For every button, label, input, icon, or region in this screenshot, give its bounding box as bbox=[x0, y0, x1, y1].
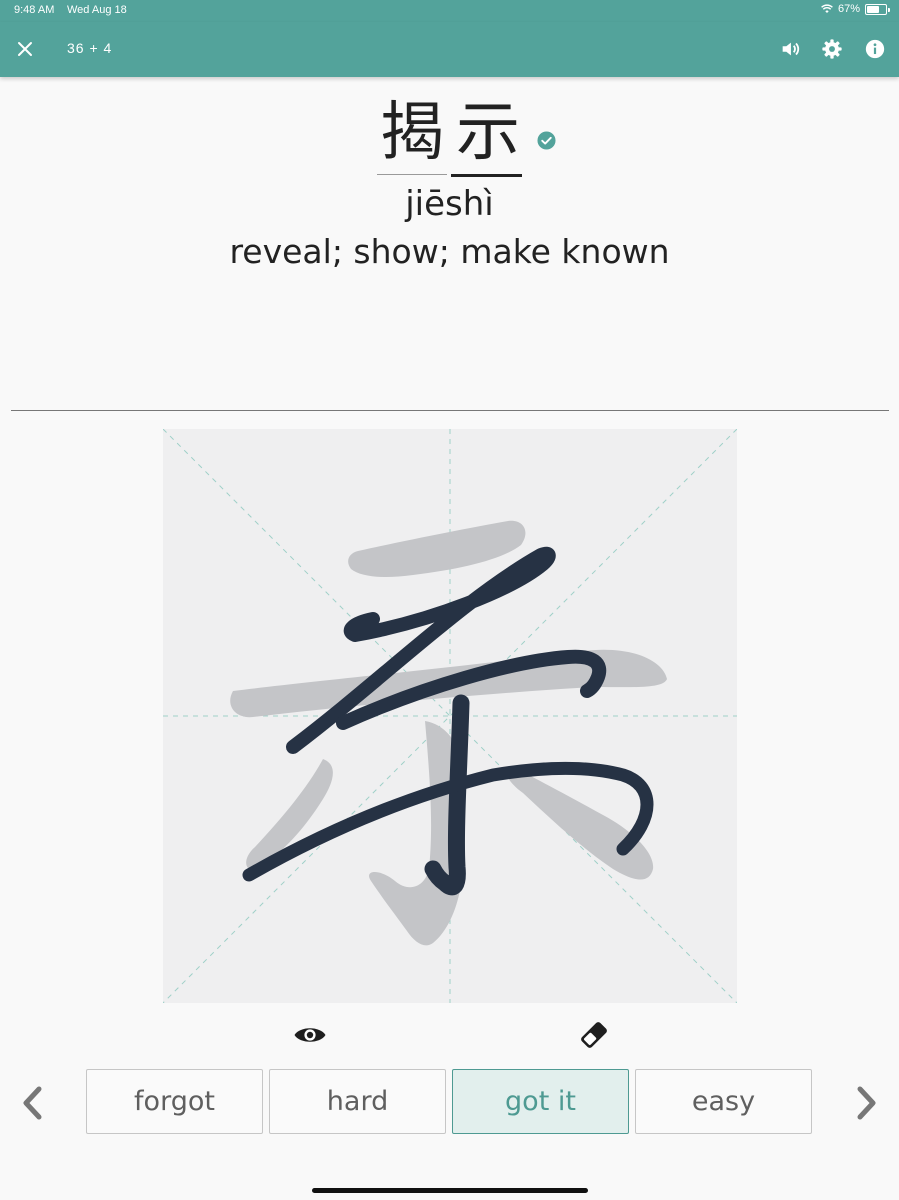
info-icon[interactable] bbox=[864, 38, 886, 60]
review-progress: 36 + 4 bbox=[67, 40, 113, 56]
wifi-icon bbox=[821, 4, 833, 13]
character-2: 示 bbox=[456, 96, 520, 170]
status-date: Wed Aug 18 bbox=[67, 4, 127, 16]
status-bar: 9:48 AM Wed Aug 18 67% bbox=[0, 0, 899, 22]
hard-button[interactable]: hard bbox=[269, 1069, 446, 1134]
home-indicator[interactable] bbox=[312, 1188, 588, 1193]
character-1-underline bbox=[377, 174, 447, 175]
word-characters: 揭 示 bbox=[376, 96, 524, 170]
status-time: 9:48 AM bbox=[14, 4, 55, 16]
forgot-button[interactable]: forgot bbox=[86, 1069, 263, 1134]
meaning: reveal; show; make known bbox=[229, 232, 670, 271]
battery-icon bbox=[865, 3, 890, 15]
character-2-underline bbox=[451, 174, 522, 177]
eraser-icon[interactable] bbox=[577, 1019, 611, 1051]
got-it-button[interactable]: got it bbox=[452, 1069, 629, 1134]
volume-icon[interactable] bbox=[779, 38, 801, 60]
check-circle-icon bbox=[537, 131, 556, 150]
chevron-right-icon[interactable] bbox=[852, 1083, 882, 1123]
eye-icon[interactable] bbox=[293, 1019, 327, 1051]
pinyin: jiēshì bbox=[405, 184, 494, 224]
gear-icon[interactable] bbox=[821, 38, 843, 60]
writing-canvas[interactable] bbox=[163, 429, 737, 1003]
character-1: 揭 bbox=[380, 96, 444, 170]
chevron-left-icon[interactable] bbox=[17, 1083, 47, 1123]
divider bbox=[11, 410, 889, 411]
battery-percent: 67% bbox=[837, 3, 860, 15]
close-icon[interactable] bbox=[12, 36, 38, 62]
status-right: 67% bbox=[821, 3, 890, 15]
easy-button[interactable]: easy bbox=[635, 1069, 812, 1134]
app-bar: 36 + 4 bbox=[0, 22, 899, 77]
writing-canvas-drawing bbox=[163, 429, 737, 1003]
